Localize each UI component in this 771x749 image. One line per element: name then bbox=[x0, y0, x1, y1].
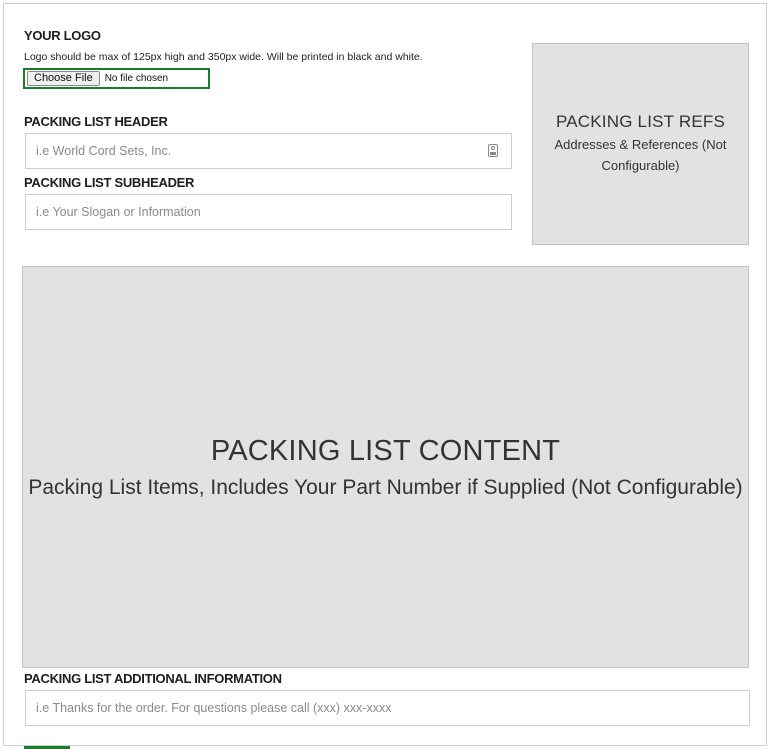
refs-title: PACKING LIST REFS bbox=[555, 112, 726, 131]
choose-file-button[interactable]: Choose File bbox=[27, 71, 100, 86]
subheader-input[interactable] bbox=[25, 194, 512, 230]
logo-file-picker[interactable]: Choose File No file chosen bbox=[23, 68, 210, 89]
logo-hint: Logo should be max of 125px high and 350… bbox=[24, 51, 423, 63]
contact-card-icon bbox=[488, 144, 498, 157]
additional-info-label: PACKING LIST ADDITIONAL INFORMATION bbox=[24, 671, 282, 686]
packing-list-refs-placeholder: PACKING LIST REFS Addresses & References… bbox=[532, 43, 749, 245]
subheader-label: PACKING LIST SUBHEADER bbox=[24, 175, 195, 190]
content-title: PACKING LIST CONTENT bbox=[210, 434, 561, 467]
header-label: PACKING LIST HEADER bbox=[24, 114, 168, 129]
additional-info-input[interactable] bbox=[25, 690, 750, 726]
header-input[interactable] bbox=[25, 133, 512, 169]
packing-list-content-placeholder: PACKING LIST CONTENT Packing List Items,… bbox=[22, 266, 749, 668]
logo-label: YOUR LOGO bbox=[24, 28, 101, 43]
file-status-text: No file chosen bbox=[104, 73, 169, 84]
content-subtitle: Packing List Items, Includes Your Part N… bbox=[28, 475, 743, 499]
refs-subtitle: Addresses & References (Not Configurable… bbox=[554, 137, 727, 173]
